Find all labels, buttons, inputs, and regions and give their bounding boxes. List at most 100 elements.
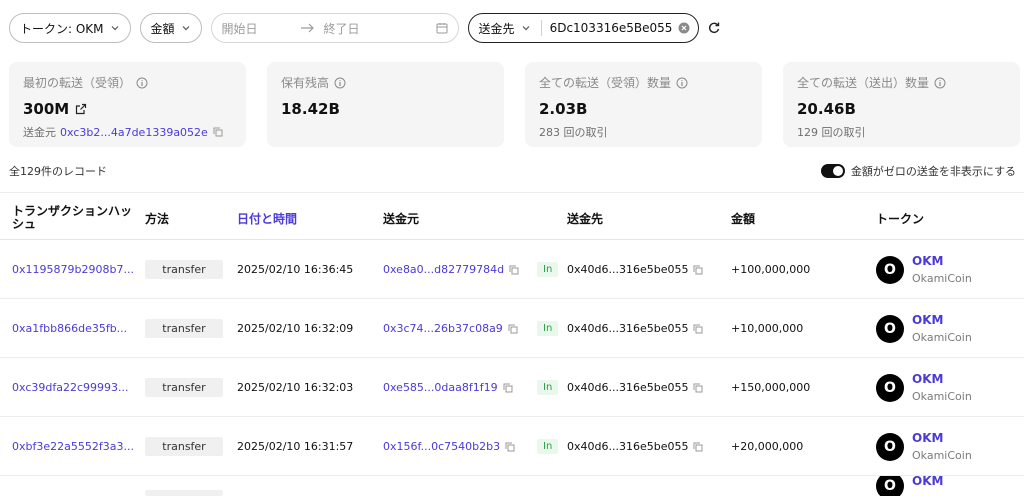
- copy-icon[interactable]: [505, 442, 515, 452]
- tx-hash-link[interactable]: 0x1195879b2908b7...: [12, 240, 134, 299]
- direction-in-tag: In: [537, 380, 559, 395]
- table-row: 0xbf3e22a5552f3a3... transfer 2025/02/10…: [0, 417, 1024, 476]
- tx-date: 2025/02/10 16:36:45: [237, 263, 354, 276]
- token-filter-label: トークン: OKM: [20, 21, 104, 36]
- date-start-input[interactable]: 開始日: [222, 20, 300, 37]
- refresh-icon[interactable]: [707, 21, 721, 35]
- arrow-right-icon: [300, 23, 314, 33]
- col-amount: 金額: [731, 212, 756, 226]
- date-range-picker[interactable]: 開始日 終了日: [210, 13, 459, 43]
- col-date[interactable]: 日付と時間: [237, 210, 297, 227]
- summary-cards: 最初の転送（受領） 300M 送金元 0xc3b2...4a7de1339a05…: [9, 62, 1024, 147]
- from-address-link[interactable]: 0x3c74...26b37c08a9: [383, 322, 503, 335]
- divider: [540, 20, 542, 36]
- table-row-partial: O OKM: [0, 476, 1024, 496]
- records-meta: 全129件のレコード 金額がゼロの送金を非表示にする: [9, 163, 1016, 179]
- token-symbol-link[interactable]: OKM: [912, 476, 943, 488]
- okm-token-icon: O: [876, 476, 904, 496]
- info-icon[interactable]: [136, 77, 148, 89]
- tx-amount: +10,000,000: [731, 322, 804, 335]
- method-tag: transfer: [145, 260, 223, 279]
- col-method: 方法: [145, 212, 170, 226]
- tx-hash-link[interactable]: 0xa1fbb866de35fb...: [12, 299, 127, 358]
- direction-in-tag: In: [537, 262, 559, 277]
- col-from: 送金元: [383, 212, 420, 226]
- card-value: 18.42B: [281, 100, 340, 118]
- token-name: OkamiCoin: [912, 448, 972, 462]
- copy-icon[interactable]: [503, 383, 513, 393]
- info-icon[interactable]: [676, 77, 688, 89]
- date-end-input[interactable]: 終了日: [324, 20, 436, 37]
- chevron-down-icon: [182, 26, 189, 31]
- info-icon[interactable]: [334, 77, 346, 89]
- token-symbol-link[interactable]: OKM: [912, 312, 972, 329]
- col-hash: トランザクションハッシュ: [12, 204, 133, 231]
- token-filter-dropdown[interactable]: トークン: OKM: [9, 13, 131, 43]
- copy-icon[interactable]: [508, 324, 518, 334]
- tx-hash-link[interactable]: 0xc39dfa22c99993...: [12, 358, 128, 417]
- tx-hash-link[interactable]: 0xbf3e22a5552f3a3...: [12, 417, 134, 476]
- sent-volume-card: 全ての転送（送出）数量 20.46B 129 回の取引: [783, 62, 1020, 147]
- okm-token-icon: O: [876, 373, 904, 402]
- to-address: 0x40d6...316e5be055: [567, 263, 689, 276]
- received-volume-card: 全ての転送（受領）数量 2.03B 283 回の取引: [525, 62, 762, 147]
- method-tag: [145, 490, 223, 496]
- amount-filter-dropdown[interactable]: 金額: [139, 13, 202, 43]
- copy-icon[interactable]: [693, 442, 703, 452]
- external-link-icon[interactable]: [75, 103, 87, 115]
- toggle-switch[interactable]: [820, 164, 845, 178]
- sender-address-link[interactable]: 0xc3b2...4a7de1339a052e: [60, 126, 208, 139]
- card-title: 全ての転送（送出）数量: [797, 76, 930, 90]
- copy-icon[interactable]: [509, 265, 519, 275]
- method-tag: transfer: [145, 437, 223, 456]
- method-tag: transfer: [145, 319, 223, 338]
- destination-filter[interactable]: 送金先 6Dc103316e5Be055: [467, 13, 700, 43]
- token-symbol-link[interactable]: OKM: [912, 430, 972, 447]
- to-address: 0x40d6...316e5be055: [567, 381, 689, 394]
- balance-card: 保有残高 18.42B: [267, 62, 504, 147]
- token-name: OkamiCoin: [912, 271, 972, 285]
- card-value: 300M: [23, 100, 70, 118]
- info-icon[interactable]: [934, 77, 946, 89]
- card-title: 全ての転送（受領）数量: [539, 76, 672, 90]
- transactions-table: トランザクションハッシュ 方法 日付と時間 送金元 送金先 金額 トークン 0x…: [0, 192, 1024, 496]
- table-row: 0x1195879b2908b7... transfer 2025/02/10 …: [0, 240, 1024, 299]
- clear-icon[interactable]: [678, 22, 690, 34]
- card-sub: 129 回の取引: [797, 126, 866, 139]
- card-sub: 283 回の取引: [539, 126, 608, 139]
- method-tag: transfer: [145, 378, 223, 397]
- tx-amount: +20,000,000: [731, 440, 804, 453]
- destination-filter-value[interactable]: 6Dc103316e5Be055: [550, 21, 673, 35]
- card-value: 20.46B: [797, 100, 856, 118]
- hide-zero-toggle[interactable]: 金額がゼロの送金を非表示にする: [820, 163, 1016, 179]
- destination-filter-label: 送金先: [478, 21, 515, 36]
- token-name: OkamiCoin: [912, 330, 972, 344]
- from-address-link[interactable]: 0xe8a0...d82779784d: [383, 263, 504, 276]
- calendar-icon[interactable]: [436, 22, 448, 34]
- okm-token-icon: O: [876, 255, 904, 284]
- filter-bar: トークン: OKM 金額 開始日 終了日 送金先 6Dc103316e5Be05…: [9, 12, 1024, 44]
- to-address: 0x40d6...316e5be055: [567, 440, 689, 453]
- card-sub-label: 送金元: [23, 126, 56, 139]
- copy-icon[interactable]: [693, 265, 703, 275]
- from-address-link[interactable]: 0x156f...0c7540b2b3: [383, 440, 500, 453]
- copy-icon[interactable]: [693, 383, 703, 393]
- token-name: OkamiCoin: [912, 389, 972, 403]
- copy-icon[interactable]: [213, 127, 223, 137]
- card-title: 保有残高: [281, 76, 330, 90]
- token-symbol-link[interactable]: OKM: [912, 371, 972, 388]
- chevron-down-icon: [111, 26, 118, 31]
- tx-amount: +100,000,000: [731, 263, 811, 276]
- table-row: 0xa1fbb866de35fb... transfer 2025/02/10 …: [0, 299, 1024, 358]
- token-symbol-link[interactable]: OKM: [912, 253, 972, 270]
- first-transfer-card: 最初の転送（受領） 300M 送金元 0xc3b2...4a7de1339a05…: [9, 62, 246, 147]
- record-count: 全129件のレコード: [9, 165, 107, 178]
- table-row: 0xc39dfa22c99993... transfer 2025/02/10 …: [0, 358, 1024, 417]
- from-address-link[interactable]: 0xe585...0daa8f1f19: [383, 381, 498, 394]
- tx-date: 2025/02/10 16:32:03: [237, 381, 354, 394]
- copy-icon[interactable]: [693, 324, 703, 334]
- col-token: トークン: [876, 212, 925, 226]
- okm-token-icon: O: [876, 432, 904, 461]
- table-header: トランザクションハッシュ 方法 日付と時間 送金元 送金先 金額 トークン: [0, 192, 1024, 240]
- to-address: 0x40d6...316e5be055: [567, 322, 689, 335]
